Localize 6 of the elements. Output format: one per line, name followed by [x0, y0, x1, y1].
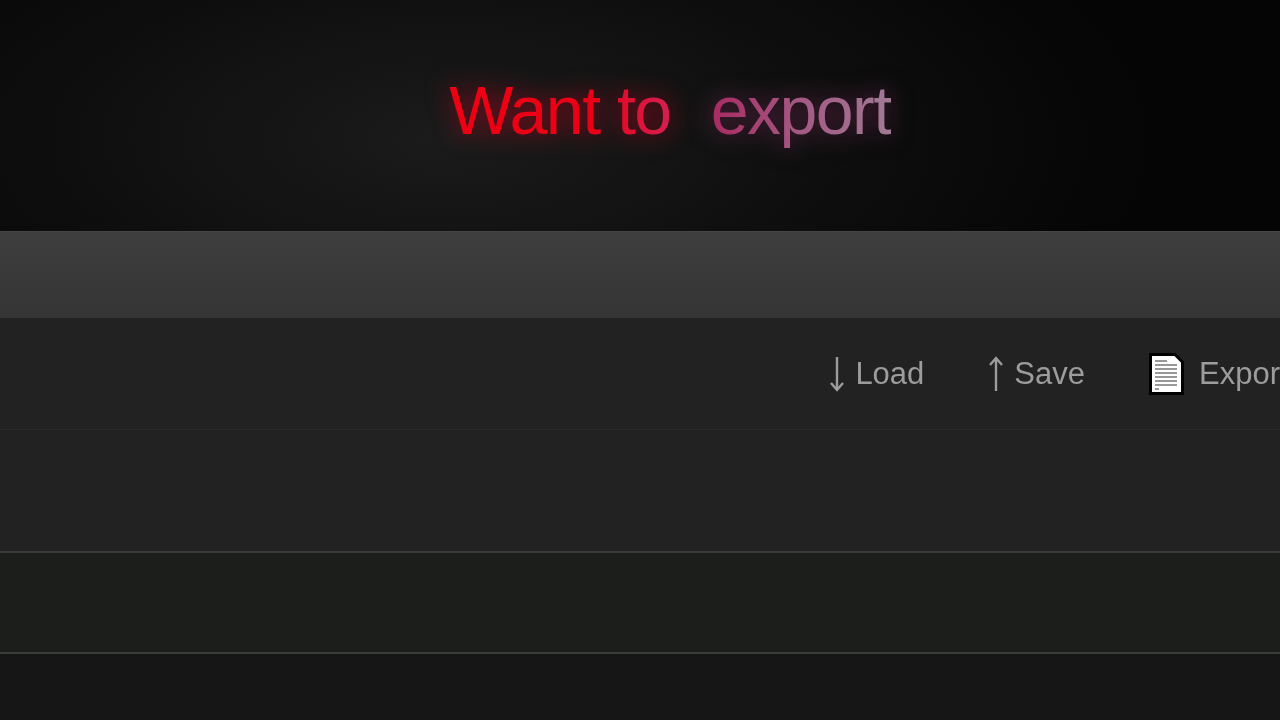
toolbar-button[interactable]: Load	[797, 355, 957, 392]
toolbar-button[interactable]: Expor	[1117, 352, 1280, 395]
document-icon	[1149, 352, 1184, 395]
arrow-up-icon	[988, 355, 1005, 392]
toolbar-button[interactable]: Save	[956, 355, 1117, 392]
arrow-down-icon	[829, 355, 846, 392]
